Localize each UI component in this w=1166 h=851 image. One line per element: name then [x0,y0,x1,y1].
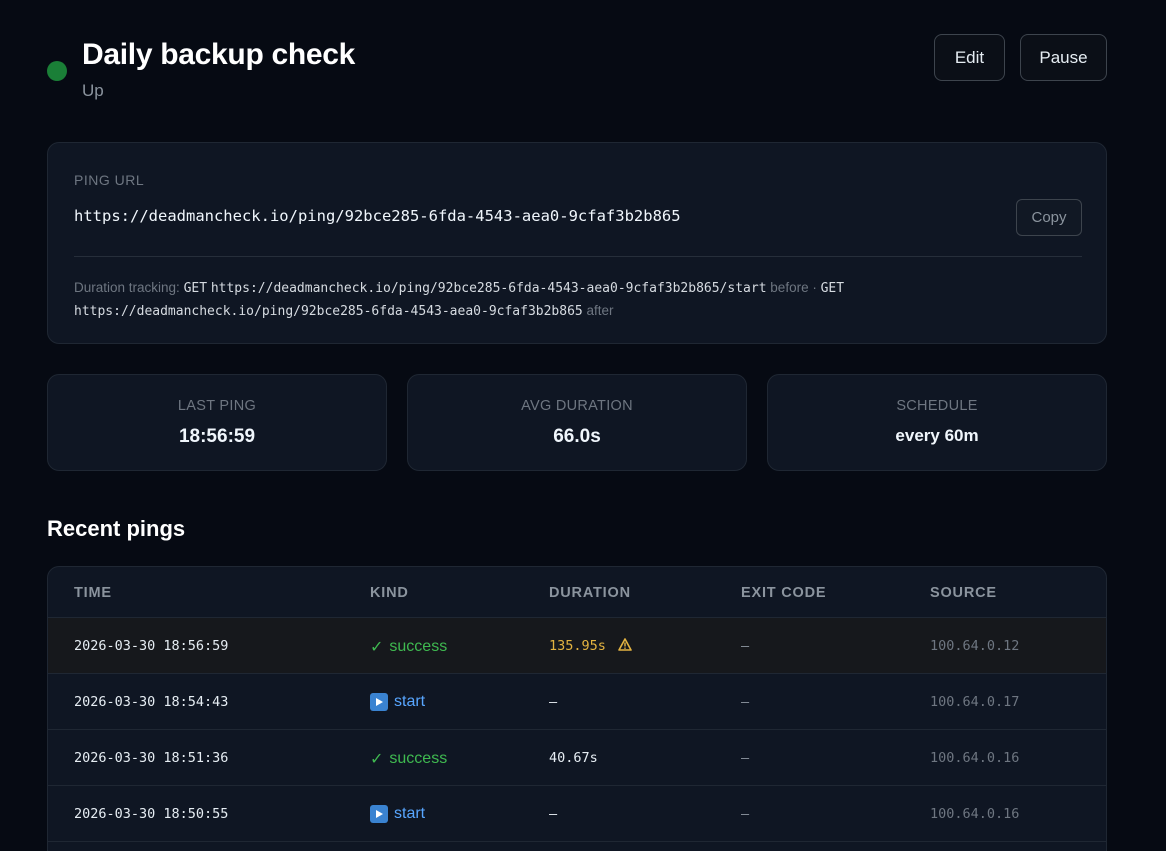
stat-label: SCHEDULE [896,398,978,414]
play-icon [370,805,388,823]
ping-duration: 40.67s [549,750,598,766]
ping-source: 100.64.0.16 [930,806,1020,822]
ping-exit-code: — [741,694,750,710]
kind-label: success [389,638,448,655]
get-method: GET [183,281,208,296]
ping-kind: ✓ success [370,637,447,657]
kind-label: success [389,750,448,767]
duration-tracking-prefix: Duration tracking: [74,280,180,295]
before-text: before · [770,280,817,295]
status-dot-icon [47,61,67,81]
warning-icon [614,638,632,654]
ping-kind: start [370,805,425,823]
end-url[interactable]: https://deadmancheck.io/ping/92bce285-6f… [74,304,583,319]
kind-label: start [394,693,426,710]
page-title: Daily backup check [82,38,356,71]
pause-button[interactable]: Pause [1020,34,1107,81]
table-row[interactable]: 2026-03-30 18:50:55 start — — 100.64.0.1… [48,786,1106,842]
play-icon [370,693,388,711]
ping-duration: 135.95s [549,638,632,654]
edit-button[interactable]: Edit [934,34,1005,81]
ping-time: 2026-03-30 18:56:59 [74,638,229,654]
ping-url-card: PING URL https://deadmancheck.io/ping/92… [47,142,1107,344]
check-icon: ✓ [370,639,384,656]
recent-pings-table: TIME KIND DURATION EXIT CODE SOURCE 2026… [47,566,1107,851]
status-text: Up [82,81,104,100]
stat-label: LAST PING [177,398,257,414]
check-header: Daily backup check Up Edit Pause [47,34,1107,104]
check-icon: ✓ [370,751,384,768]
ping-source: 100.64.0.16 [930,750,1020,766]
column-header-source: SOURCE [930,585,997,601]
stat-avg-duration: AVG DURATION 66.0s [407,374,747,471]
ping-url-value[interactable]: https://deadmancheck.io/ping/92bce285-6f… [74,207,681,225]
ping-source: 100.64.0.17 [930,694,1020,710]
stat-schedule: SCHEDULE every 60m [767,374,1107,471]
start-url[interactable]: https://deadmancheck.io/ping/92bce285-6f… [211,281,767,296]
ping-source: 100.64.0.12 [930,638,1020,654]
duration-tracking-info: Duration tracking: GET https://deadmanch… [74,277,1074,323]
stat-value: every 60m [895,426,979,445]
kind-label: start [394,805,426,822]
stat-value: 18:56:59 [178,426,256,447]
column-header-duration: DURATION [549,585,631,601]
ping-exit-code: — [741,806,750,822]
ping-exit-code: — [741,750,750,766]
stat-label: AVG DURATION [521,398,633,414]
stat-last-ping: LAST PING 18:56:59 [47,374,387,471]
ping-kind: ✓ success [370,749,447,769]
ping-time: 2026-03-30 18:54:43 [74,694,229,710]
after-text: after [586,303,614,318]
table-row[interactable]: 2026-03-30 18:54:43 start — — 100.64.0.1… [48,674,1106,730]
ping-duration: — [549,806,558,822]
copy-button[interactable]: Copy [1016,199,1082,236]
column-header-kind: KIND [370,585,409,601]
table-row[interactable]: 2026-03-30 18:51:36 ✓ success 40.67s — 1… [48,730,1106,786]
divider [74,256,1082,257]
column-header-exit-code: EXIT CODE [741,585,827,601]
table-header: TIME KIND DURATION EXIT CODE SOURCE [48,567,1106,618]
duration-value: 135.95s [549,638,606,654]
table-row[interactable]: 2026-03-30 18:56:59 ✓ success 135.95s — … [48,618,1106,674]
get-method: GET [820,281,845,296]
column-header-time: TIME [74,585,112,601]
recent-pings-title: Recent pings [47,516,186,541]
ping-exit-code: — [741,638,750,654]
stat-value: 66.0s [553,426,601,447]
ping-url-label: PING URL [74,172,145,188]
ping-kind: start [370,693,425,711]
ping-time: 2026-03-30 18:50:55 [74,806,229,822]
ping-duration: — [549,694,558,710]
ping-time: 2026-03-30 18:51:36 [74,750,229,766]
